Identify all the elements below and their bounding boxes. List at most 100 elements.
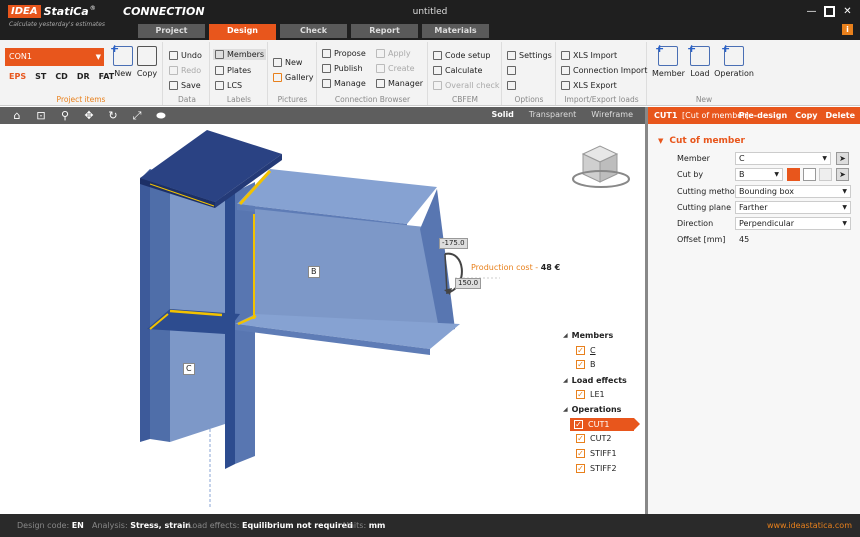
new-operation-button[interactable]: + Operation — [714, 42, 754, 78]
tab-materials[interactable]: Materials — [422, 24, 489, 38]
mode-eps[interactable]: EPS — [9, 72, 26, 81]
operation-header: CUT1 [Cut of member] Pre-design Copy Del… — [648, 107, 860, 124]
connection-import-label: Connection Import — [573, 66, 648, 75]
checkbox-icon[interactable]: ✓ — [576, 449, 585, 458]
view-mode-solid[interactable]: Solid — [491, 110, 513, 119]
home-icon[interactable]: ⌂ — [10, 109, 24, 122]
maximize-button[interactable] — [824, 6, 835, 17]
tree-node-members[interactable]: ◢ Members — [563, 331, 613, 340]
rotate-icon[interactable]: ↻ — [106, 109, 120, 122]
new-picture-button[interactable]: New — [273, 58, 302, 67]
mode-dr[interactable]: DR — [77, 72, 90, 81]
create-button[interactable]: Create — [376, 64, 415, 73]
tree-item-stiff2[interactable]: ✓ STIFF2 — [576, 464, 617, 473]
tab-report[interactable]: Report — [351, 24, 418, 38]
zoom-extents-icon[interactable]: ⤢ — [130, 109, 144, 122]
apply-button[interactable]: Apply — [376, 49, 411, 58]
member-select[interactable]: C ▼ — [735, 152, 831, 165]
tree-item-cut1[interactable]: ✓ CUT1 — [570, 418, 640, 431]
3d-viewport[interactable]: Production cost - 48 € B C -175.0 150.0 … — [0, 124, 645, 514]
group-pictures: New Gallery Pictures — [269, 42, 317, 105]
member-label-c[interactable]: C — [183, 363, 195, 375]
zoom-window-icon[interactable]: ⊡ — [34, 109, 48, 122]
cut-by-select[interactable]: B ▼ — [735, 168, 783, 181]
new-load-button[interactable]: + Load — [684, 42, 716, 78]
zoom-icon[interactable]: ⚲ — [58, 109, 72, 122]
section-title: Cut of member — [669, 136, 745, 146]
tree-node-load-effects[interactable]: ◢ Load effects — [563, 376, 627, 385]
members-label-toggle[interactable]: Members — [213, 49, 267, 60]
offset-input[interactable]: 45 — [735, 233, 851, 246]
status-design-code-label: Design code: — [17, 521, 70, 530]
redo-button[interactable]: Redo — [169, 66, 201, 75]
manage-icon — [322, 79, 331, 88]
cursor-icon: ➤ — [839, 154, 846, 163]
tab-project[interactable]: Project — [138, 24, 205, 38]
save-button[interactable]: Save — [169, 81, 201, 90]
mode-st[interactable]: ST — [35, 72, 46, 81]
tree-item-member-c-label: C — [590, 346, 596, 355]
copy-project-item-button[interactable]: Copy — [131, 46, 163, 78]
checkbox-icon[interactable]: ✓ — [576, 464, 585, 473]
cut-mode-plane-button[interactable] — [819, 168, 832, 181]
view-mode-transparent[interactable]: Transparent — [529, 110, 576, 119]
minimize-button[interactable]: — — [805, 5, 818, 18]
section-option-button[interactable] — [507, 81, 516, 90]
direction-select[interactable]: Perpendicular ▼ — [735, 217, 851, 230]
tree-item-member-c[interactable]: ✓ C — [576, 346, 596, 355]
overall-check-button[interactable]: Overall check — [433, 81, 500, 90]
delete-operation-button[interactable]: Delete — [826, 107, 855, 124]
group-cbfem: Code setup Calculate Overall check CBFEM — [429, 42, 502, 105]
pre-design-button[interactable]: Pre-design — [739, 107, 788, 124]
member-label-b[interactable]: B — [308, 266, 320, 278]
website-link[interactable]: www.ideastatica.com — [767, 521, 852, 530]
undo-button[interactable]: Undo — [169, 51, 202, 60]
code-setup-button[interactable]: Code setup — [433, 51, 490, 60]
connection-select[interactable]: CON1 ▼ — [5, 48, 104, 66]
cut-mode-web-button[interactable] — [803, 168, 816, 181]
3d-model[interactable] — [0, 124, 645, 514]
plates-label-toggle[interactable]: Plates — [215, 66, 251, 75]
tab-design[interactable]: Design — [209, 24, 276, 40]
tab-check[interactable]: Check — [280, 24, 347, 38]
section-header-cut[interactable]: ▼ Cut of member — [658, 136, 745, 146]
manage-label: Manage — [334, 79, 366, 88]
tree-item-stiff1[interactable]: ✓ STIFF1 — [576, 449, 617, 458]
manage-button[interactable]: Manage — [322, 79, 366, 88]
mode-cd[interactable]: CD — [55, 72, 68, 81]
info-button[interactable]: i — [842, 24, 853, 35]
camera-icon[interactable]: ⬬ — [154, 109, 168, 122]
new-member-button[interactable]: + Member — [652, 42, 685, 78]
settings-button[interactable]: Settings — [507, 51, 552, 60]
tree-node-operations[interactable]: ◢ Operations — [563, 405, 621, 414]
prop-label-member: Member — [677, 154, 710, 163]
cut-mode-flange-button[interactable] — [787, 168, 800, 181]
manager-button[interactable]: Manager — [376, 79, 423, 88]
connection-import-button[interactable]: Connection Import — [561, 66, 647, 75]
pan-icon[interactable]: ✥ — [82, 109, 96, 122]
gallery-button[interactable]: Gallery — [273, 73, 314, 82]
prop-label-cutting-method: Cutting method — [677, 187, 740, 196]
scale-option-button[interactable] — [507, 66, 516, 75]
pick-cut-by-button[interactable]: ➤ — [836, 168, 849, 181]
close-button[interactable]: ✕ — [841, 5, 854, 18]
tree-item-member-b[interactable]: ✓ B — [576, 360, 596, 369]
checkbox-icon[interactable]: ✓ — [576, 346, 585, 355]
calculate-button[interactable]: Calculate — [433, 66, 482, 75]
propose-button[interactable]: Propose — [322, 49, 366, 58]
view-mode-wireframe[interactable]: Wireframe — [591, 110, 633, 119]
lcs-label-toggle[interactable]: LCS — [215, 81, 242, 90]
copy-operation-button[interactable]: Copy — [795, 107, 817, 124]
pick-member-button[interactable]: ➤ — [836, 152, 849, 165]
checkbox-icon[interactable]: ✓ — [576, 434, 585, 443]
xls-export-button[interactable]: XLS Export — [561, 81, 617, 90]
xls-import-button[interactable]: XLS Import — [561, 51, 617, 60]
tree-item-le1[interactable]: ✓ LE1 — [576, 390, 605, 399]
checkbox-icon[interactable]: ✓ — [574, 420, 583, 429]
cutting-plane-select[interactable]: Farther ▼ — [735, 201, 851, 214]
checkbox-icon[interactable]: ✓ — [576, 390, 585, 399]
checkbox-icon[interactable]: ✓ — [576, 360, 585, 369]
tree-item-cut2[interactable]: ✓ CUT2 — [576, 434, 611, 443]
publish-button[interactable]: Publish — [322, 64, 363, 73]
cutting-method-select[interactable]: Bounding box ▼ — [735, 185, 851, 198]
